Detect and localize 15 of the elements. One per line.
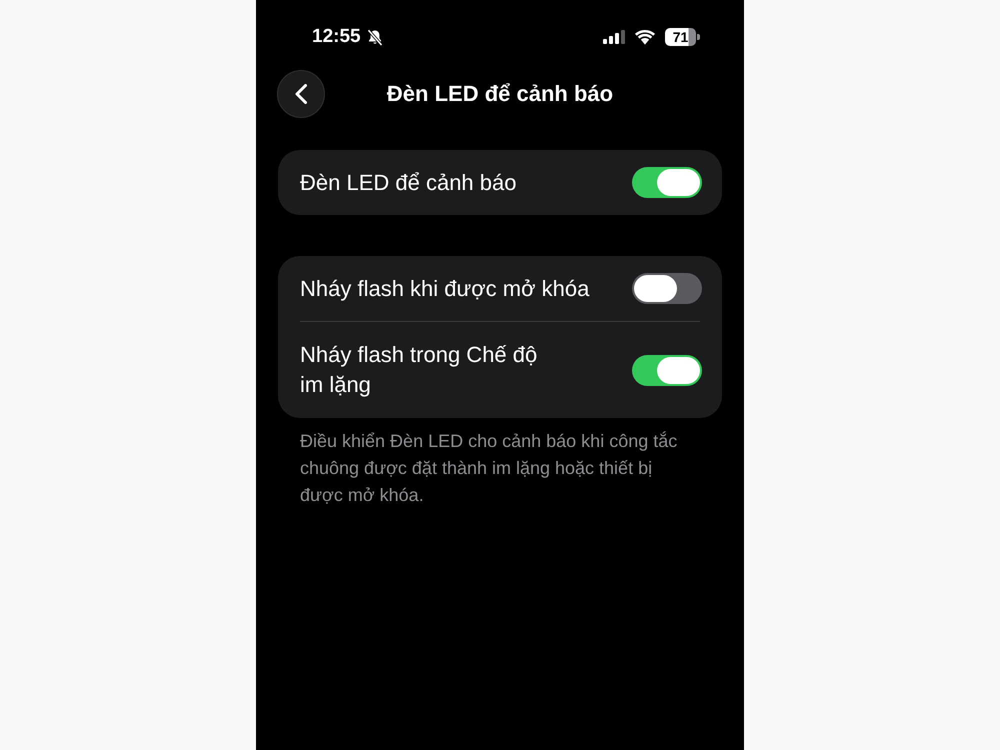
wifi-icon xyxy=(635,30,655,44)
setting-label: Nháy flash trong Chế độ im lặng xyxy=(300,341,538,399)
signal-bars-icon xyxy=(603,30,625,44)
toggle-switch[interactable] xyxy=(632,167,702,198)
back-chevron-icon xyxy=(295,84,307,104)
status-time: 12:55 xyxy=(312,26,361,48)
page-title: Đèn LED để cảnh báo xyxy=(386,80,614,108)
battery-percentage: 71 xyxy=(665,28,696,46)
group-footer-note: Điều khiển Đèn LED cho cảnh báo khi công tắc chuông được đặt thành im lặng hoặc thiết bị được mở khóa. xyxy=(299,430,678,507)
setting-label: Nháy flash khi được mở khóa xyxy=(300,274,590,303)
back-button[interactable] xyxy=(277,70,325,118)
toggle-switch[interactable] xyxy=(632,273,702,304)
setting-label: Đèn LED để cảnh báo xyxy=(300,168,516,196)
silent-bell-icon xyxy=(366,28,383,46)
toggle-switch[interactable] xyxy=(632,354,702,386)
